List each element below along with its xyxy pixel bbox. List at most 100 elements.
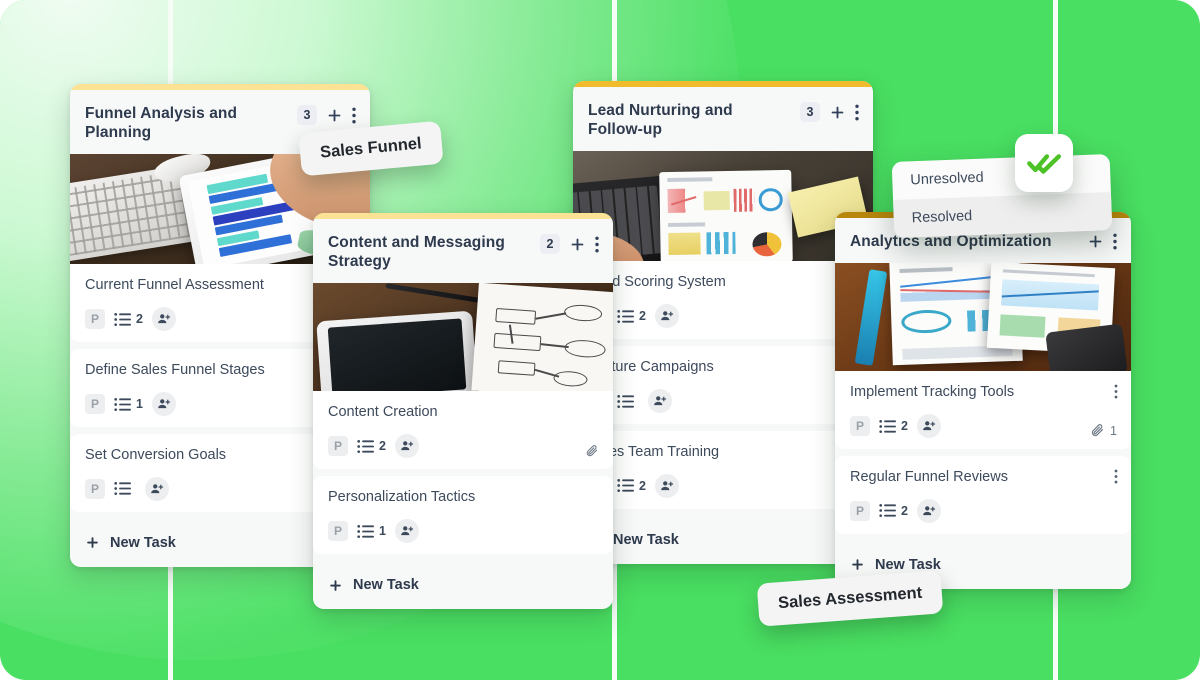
checklist-indicator[interactable] bbox=[114, 481, 136, 496]
checklist-count: 2 bbox=[639, 478, 646, 493]
checklist-icon bbox=[617, 309, 634, 323]
priority-chip[interactable]: P bbox=[850, 416, 870, 437]
plus-icon bbox=[330, 579, 341, 591]
more-vertical-icon[interactable] bbox=[855, 104, 859, 121]
person-add-icon[interactable] bbox=[394, 519, 419, 544]
column-cover-image bbox=[313, 283, 613, 392]
task-title: Nurture Campaigns bbox=[588, 359, 714, 376]
task-title: Content Creation bbox=[328, 404, 438, 421]
checklist-count: 2 bbox=[379, 439, 386, 454]
resolved-status-badge[interactable] bbox=[1015, 134, 1073, 192]
priority-chip[interactable]: P bbox=[328, 436, 348, 457]
checklist-indicator[interactable]: 1 bbox=[114, 397, 143, 412]
checklist-indicator[interactable]: 2 bbox=[114, 312, 143, 327]
status-dropdown-menu[interactable]: Unresolved Resolved bbox=[891, 154, 1113, 238]
task-row[interactable]: Lead Scoring System P 2 bbox=[573, 261, 873, 340]
person-add-icon[interactable] bbox=[916, 414, 941, 439]
priority-chip[interactable]: P bbox=[85, 309, 105, 330]
task-title: Regular Funnel Reviews bbox=[850, 469, 1008, 486]
column-title: Lead Nurturing and Follow-up bbox=[588, 102, 733, 139]
task-attachment-indicator: 1 bbox=[1090, 423, 1117, 438]
column-cover-image bbox=[835, 263, 1131, 372]
person-add-icon[interactable] bbox=[916, 498, 941, 523]
task-list: Implement Tracking Tools P 2 1 Regular F bbox=[835, 371, 1131, 545]
task-row[interactable]: Sales Team Training P 2 bbox=[573, 431, 873, 509]
column-header: Lead Nurturing and Follow-up 3 bbox=[573, 87, 873, 151]
board-column-analytics-and-optimization[interactable]: Analytics and Optimization Implement Tra… bbox=[835, 212, 1131, 589]
checklist-indicator[interactable]: 2 bbox=[879, 503, 908, 518]
person-add-icon[interactable] bbox=[394, 434, 419, 459]
task-more-icon[interactable] bbox=[1114, 384, 1118, 399]
more-vertical-icon[interactable] bbox=[1113, 233, 1117, 250]
checklist-indicator[interactable]: 2 bbox=[617, 478, 646, 493]
person-add-icon[interactable] bbox=[151, 392, 176, 417]
priority-chip[interactable]: P bbox=[85, 478, 105, 499]
checklist-indicator[interactable]: 2 bbox=[879, 419, 908, 434]
attachment-count: 1 bbox=[1110, 423, 1117, 438]
person-add-icon[interactable] bbox=[151, 307, 176, 332]
new-task-button[interactable]: New Task bbox=[313, 565, 613, 610]
more-vertical-icon[interactable] bbox=[595, 236, 599, 253]
task-meta: P 2 bbox=[328, 434, 599, 459]
priority-chip[interactable]: P bbox=[328, 521, 348, 542]
task-row[interactable]: Regular Funnel Reviews P 2 bbox=[835, 456, 1131, 534]
checklist-icon bbox=[357, 439, 374, 453]
priority-chip[interactable]: P bbox=[850, 500, 870, 521]
task-title: Personalization Tactics bbox=[328, 489, 476, 506]
add-task-icon[interactable] bbox=[569, 236, 586, 253]
task-row[interactable]: Personalization Tactics P 1 bbox=[313, 476, 613, 555]
checklist-count: 2 bbox=[901, 419, 908, 434]
task-meta: P 1 bbox=[328, 519, 599, 544]
task-count-badge: 3 bbox=[297, 105, 317, 125]
task-meta: P bbox=[588, 389, 859, 414]
column-tools: 3 bbox=[297, 104, 356, 125]
board-column-content-and-messaging-strategy[interactable]: Content and Messaging Strategy 2 Content… bbox=[313, 213, 613, 610]
checklist-icon bbox=[617, 479, 634, 493]
new-task-label: New Task bbox=[110, 534, 176, 551]
new-task-button[interactable]: New Task bbox=[573, 519, 873, 564]
column-tools bbox=[1087, 232, 1117, 250]
task-meta: P 2 bbox=[588, 473, 859, 498]
add-task-icon[interactable] bbox=[829, 104, 846, 121]
paperclip-icon bbox=[1091, 424, 1104, 437]
column-header: Content and Messaging Strategy 2 bbox=[313, 219, 613, 283]
checklist-count: 2 bbox=[639, 309, 646, 324]
checklist-indicator[interactable]: 2 bbox=[357, 439, 386, 454]
checklist-icon bbox=[357, 524, 374, 538]
more-vertical-icon[interactable] bbox=[352, 107, 356, 124]
task-row[interactable]: Content Creation P 2 bbox=[313, 391, 613, 470]
add-task-icon[interactable] bbox=[1087, 233, 1104, 250]
task-title: Sales Team Training bbox=[588, 444, 720, 461]
task-row[interactable]: Implement Tracking Tools P 2 1 bbox=[835, 371, 1131, 450]
task-title: Implement Tracking Tools bbox=[850, 384, 1015, 401]
add-task-icon[interactable] bbox=[326, 107, 343, 124]
checklist-icon bbox=[114, 312, 131, 326]
priority-chip[interactable]: P bbox=[85, 394, 105, 415]
paperclip-icon bbox=[586, 445, 598, 457]
checklist-icon bbox=[114, 397, 131, 411]
person-add-icon[interactable] bbox=[654, 473, 679, 498]
checklist-indicator[interactable]: 1 bbox=[357, 524, 386, 539]
task-list: Content Creation P 2 Personalization Tac… bbox=[313, 391, 613, 566]
board-column-lead-nurturing-and-follow-up[interactable]: Lead Nurturing and Follow-up 3 Lead Scor… bbox=[573, 81, 873, 564]
column-title: Content and Messaging Strategy bbox=[328, 234, 505, 271]
person-add-icon[interactable] bbox=[654, 304, 679, 329]
task-attachment-indicator bbox=[585, 444, 599, 458]
new-task-label: New Task bbox=[353, 577, 419, 594]
task-more-icon[interactable] bbox=[1114, 469, 1118, 484]
done-all-icon bbox=[1027, 154, 1061, 174]
checklist-count: 1 bbox=[379, 524, 386, 539]
task-row[interactable]: Nurture Campaigns P bbox=[573, 346, 873, 425]
task-count-badge: 2 bbox=[540, 234, 560, 254]
checklist-indicator[interactable]: 2 bbox=[617, 309, 646, 324]
task-count-badge: 3 bbox=[800, 102, 820, 122]
checklist-indicator[interactable] bbox=[617, 394, 639, 409]
person-add-icon[interactable] bbox=[145, 476, 169, 501]
checklist-icon bbox=[879, 504, 896, 518]
task-meta: P 2 bbox=[850, 498, 1117, 523]
checklist-icon bbox=[114, 482, 131, 496]
dropdown-option-resolved[interactable]: Resolved bbox=[893, 192, 1113, 238]
person-add-icon[interactable] bbox=[648, 389, 672, 414]
task-list: Lead Scoring System P 2 Nurture Campaign… bbox=[573, 261, 873, 520]
checklist-count: 2 bbox=[136, 312, 143, 327]
